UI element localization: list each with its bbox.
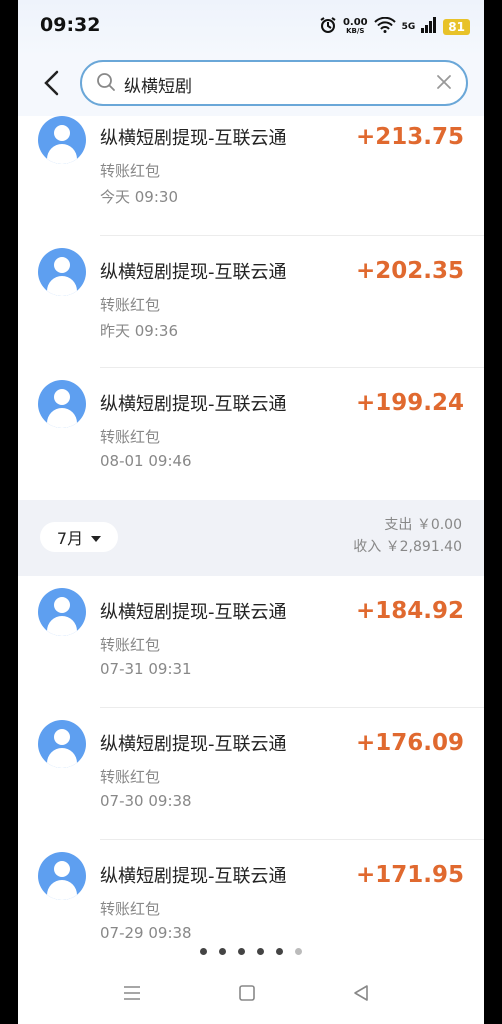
menu-icon[interactable] <box>122 984 142 1006</box>
month-label: 7月 <box>56 529 84 548</box>
network-type: 5G <box>401 22 416 32</box>
status-time: 09:32 <box>40 14 101 36</box>
month-summary-bar: 7月 支出 ￥0.00 收入 ￥2,891.40 <box>18 500 484 576</box>
transaction-amount: +176.09 <box>355 730 464 756</box>
transaction-type: 转账红包 <box>100 900 161 918</box>
transaction-title: 纵横短剧提现-互联云通 <box>100 734 287 755</box>
transaction-amount: +171.95 <box>355 862 464 888</box>
transaction-amount: +184.92 <box>355 598 464 624</box>
transaction-date: 08-01 09:46 <box>100 452 192 470</box>
network-speed: 0.00 KB/S <box>343 18 368 36</box>
transaction-item[interactable]: 纵横短剧提现-互联云通 转账红包 07-30 09:38 +176.09 <box>18 708 484 840</box>
page-dot <box>276 948 283 955</box>
transaction-date: 今天 09:30 <box>100 188 178 206</box>
page-dot <box>238 948 245 955</box>
transaction-date: 07-31 09:31 <box>100 660 192 678</box>
avatar <box>38 588 86 636</box>
month-selector[interactable]: 7月 <box>40 522 118 552</box>
status-icons: 0.00 KB/S 5G 81 <box>319 16 470 38</box>
avatar <box>38 116 86 164</box>
transaction-type: 转账红包 <box>100 428 161 446</box>
transaction-date: 07-29 09:38 <box>100 924 192 942</box>
search-icon <box>96 72 116 96</box>
clear-icon[interactable] <box>436 74 452 94</box>
transaction-item[interactable]: 纵横短剧提现-互联云通 转账红包 昨天 09:36 +202.35 <box>18 236 484 368</box>
transaction-title: 纵横短剧提现-互联云通 <box>100 394 287 415</box>
speed-value: 0.00 <box>342 17 368 28</box>
speed-unit: KB/S <box>346 27 365 35</box>
transaction-type: 转账红包 <box>100 636 161 654</box>
page-dot <box>200 948 207 955</box>
month-stats: 支出 ￥0.00 收入 ￥2,891.40 <box>353 514 462 558</box>
page-dot <box>257 948 264 955</box>
avatar <box>38 852 86 900</box>
chevron-down-icon <box>91 528 102 547</box>
avatar <box>38 380 86 428</box>
transaction-list: 纵横短剧提现-互联云通 转账红包 今天 09:30 +213.75 纵横短剧提现… <box>18 116 484 972</box>
signal-icon <box>421 17 437 37</box>
page-dot <box>219 948 226 955</box>
transaction-title: 纵横短剧提现-互联云通 <box>100 262 287 283</box>
avatar <box>38 248 86 296</box>
search-header: 纵横短剧 <box>18 56 484 116</box>
wifi-icon <box>373 16 396 37</box>
page-dot <box>295 948 302 955</box>
transaction-type: 转账红包 <box>100 296 161 314</box>
transaction-title: 纵横短剧提现-互联云通 <box>100 602 287 623</box>
month-expense: 支出 ￥0.00 <box>384 517 462 533</box>
status-bar: 09:32 0.00 KB/S 5G 81 <box>18 0 484 56</box>
transaction-amount: +202.35 <box>355 258 464 284</box>
avatar <box>38 720 86 768</box>
search-input[interactable]: 纵横短剧 <box>80 60 468 106</box>
transaction-date: 昨天 09:36 <box>100 322 178 340</box>
app-screen: 09:32 0.00 KB/S 5G 81 纵横短剧 纵横短剧提现-互联云通 转… <box>18 0 484 1024</box>
transaction-item[interactable]: 纵横短剧提现-互联云通 转账红包 今天 09:30 +213.75 <box>18 116 484 236</box>
transaction-amount: +213.75 <box>355 124 464 150</box>
transaction-date: 07-30 09:38 <box>100 792 192 810</box>
search-query: 纵横短剧 <box>124 77 192 97</box>
back-triangle-icon[interactable] <box>352 984 370 1006</box>
alarm-icon <box>319 16 337 38</box>
battery-level: 81 <box>443 19 470 35</box>
transaction-item[interactable]: 纵横短剧提现-互联云通 转账红包 08-01 09:46 +199.24 <box>18 368 484 500</box>
transaction-amount: +199.24 <box>355 390 464 416</box>
transaction-type: 转账红包 <box>100 162 161 180</box>
transaction-item[interactable]: 纵横短剧提现-互联云通 转账红包 07-31 09:31 +184.92 <box>18 576 484 708</box>
month-income: 收入 ￥2,891.40 <box>353 539 462 555</box>
home-icon[interactable] <box>238 984 256 1006</box>
system-nav-bar <box>18 966 484 1024</box>
page-indicator <box>18 948 484 955</box>
transaction-title: 纵横短剧提现-互联云通 <box>100 128 287 149</box>
back-arrow-icon[interactable] <box>40 68 64 98</box>
transaction-type: 转账红包 <box>100 768 161 786</box>
transaction-title: 纵横短剧提现-互联云通 <box>100 866 287 887</box>
